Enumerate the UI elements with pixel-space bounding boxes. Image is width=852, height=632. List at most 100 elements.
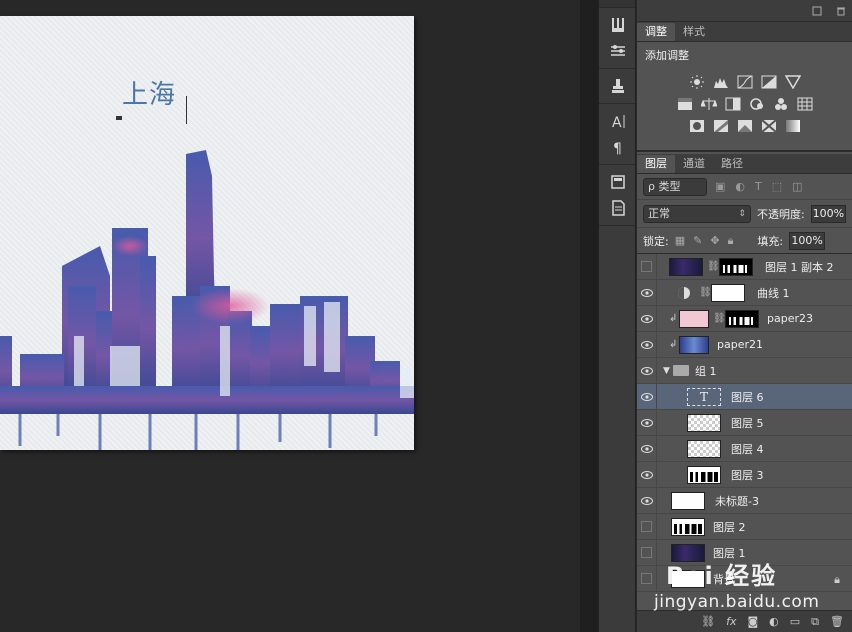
watermark-url: jingyan.baidu.com xyxy=(654,592,820,612)
layer-row[interactable]: 图层 5 xyxy=(637,409,852,436)
right-panels: 调整 样式 添加调整 图层 通道 路径 ρ 类型 ▣ ◐ T ⬚ ◫ 正常 ⇕ … xyxy=(637,0,852,632)
filter-shape-icon[interactable]: ⬚ xyxy=(772,180,782,193)
tab-paths[interactable]: 路径 xyxy=(713,155,751,173)
clipping-mask-icon: ↲ xyxy=(669,339,678,350)
layer-row[interactable]: 未标题-3 xyxy=(637,487,852,514)
clone-source-icon[interactable] xyxy=(599,73,637,99)
new-adjustment-icon[interactable]: ◐ xyxy=(769,615,779,628)
character-styles-icon[interactable] xyxy=(599,169,637,195)
strip-grip[interactable] xyxy=(599,0,635,8)
channel-mixer-icon[interactable] xyxy=(772,96,790,112)
exposure-icon[interactable] xyxy=(760,74,778,90)
hue-saturation-icon[interactable] xyxy=(676,96,694,112)
layer-thumbnail xyxy=(687,413,721,432)
layer-name: 组 1 xyxy=(695,364,717,378)
filter-type-icon[interactable]: T xyxy=(755,180,762,193)
tab-layers[interactable]: 图层 xyxy=(637,155,675,173)
trash-icon[interactable] xyxy=(836,6,846,16)
layer-name: 图层 6 xyxy=(731,390,764,404)
visibility-toggle[interactable] xyxy=(637,279,657,306)
brush-presets-icon[interactable] xyxy=(599,12,637,38)
brush-settings-icon[interactable] xyxy=(599,38,637,64)
smart-object-thumbnail xyxy=(671,491,705,510)
layer-row[interactable]: 图层 3 xyxy=(637,461,852,488)
layer-row[interactable]: ↲ ⛓ paper23 xyxy=(637,305,852,332)
filter-pixel-icon[interactable]: ▣ xyxy=(715,180,725,193)
layer-group-row[interactable]: ▼ 组 1 xyxy=(637,357,852,384)
text-anchor-marker xyxy=(116,116,122,120)
lock-label: 锁定: xyxy=(643,234,669,248)
layer-name: 曲线 1 xyxy=(757,286,790,300)
visibility-toggle[interactable] xyxy=(637,331,657,358)
character-panel-icon[interactable]: A xyxy=(599,108,637,134)
visibility-toggle[interactable] xyxy=(637,513,657,540)
curves-icon[interactable] xyxy=(736,74,754,90)
selective-color-icon[interactable] xyxy=(760,118,778,134)
visibility-toggle[interactable] xyxy=(637,435,657,462)
filter-smart-icon[interactable]: ◫ xyxy=(792,180,802,193)
layer-row[interactable]: ↲ paper21 xyxy=(637,331,852,358)
layer-name: 图层 5 xyxy=(731,416,764,430)
layer-filter-select[interactable]: ρ 类型 xyxy=(643,177,707,196)
layer-row[interactable]: ⛓ 曲线 1 xyxy=(637,279,852,306)
layer-list: ⛓ 图层 1 副本 2 ⛓ 曲线 1 ↲ ⛓ paper23 ↲ paper21… xyxy=(637,253,852,592)
add-mask-icon[interactable]: ◙ xyxy=(747,615,758,628)
baidu-watermark: Bai 经验 jingyan.baidu.com xyxy=(648,556,848,616)
visibility-toggle[interactable] xyxy=(637,461,657,488)
paragraph-panel-icon[interactable]: ¶ xyxy=(599,134,637,160)
levels-icon[interactable] xyxy=(712,74,730,90)
invert-icon[interactable] xyxy=(688,118,706,134)
lock-all-icon[interactable]: 🔒︎ xyxy=(728,234,734,248)
link-layers-icon[interactable]: ⛓ xyxy=(701,615,715,628)
visibility-toggle[interactable] xyxy=(637,487,657,514)
canvas-area[interactable]: 上海 xyxy=(0,0,586,632)
delete-layer-icon[interactable]: 🗑︎ xyxy=(830,615,844,628)
mask-thumbnail[interactable] xyxy=(711,283,745,302)
visibility-toggle[interactable] xyxy=(637,383,657,410)
opacity-input[interactable]: 100% xyxy=(810,204,846,223)
group-expand-icon[interactable]: ▼ xyxy=(663,366,673,376)
document-canvas[interactable]: 上海 xyxy=(0,16,414,450)
threshold-icon[interactable] xyxy=(736,118,754,134)
fx-icon[interactable]: fx xyxy=(726,615,736,628)
visibility-toggle[interactable] xyxy=(637,409,657,436)
vibrance-icon[interactable] xyxy=(784,74,802,90)
filter-adjustment-icon[interactable]: ◐ xyxy=(735,180,745,193)
brightness-icon[interactable] xyxy=(688,74,706,90)
color-balance-icon[interactable] xyxy=(700,96,718,112)
layer-row-selected[interactable]: T 图层 6 xyxy=(637,383,852,410)
tab-adjustments[interactable]: 调整 xyxy=(637,23,675,41)
folder-icon xyxy=(673,365,689,376)
color-lookup-icon[interactable] xyxy=(796,96,814,112)
new-group-icon[interactable]: ▭ xyxy=(790,615,800,628)
layer-row[interactable]: ⛓ 图层 1 副本 2 xyxy=(637,253,852,280)
blend-mode-select[interactable]: 正常 xyxy=(643,204,751,223)
lock-position-icon[interactable]: ✥ xyxy=(710,234,719,248)
lock-transparency-icon[interactable]: ▦ xyxy=(675,234,685,248)
layer-thumbnail xyxy=(671,517,705,536)
visibility-toggle[interactable] xyxy=(637,305,657,332)
layer-row[interactable]: 图层 4 xyxy=(637,435,852,462)
lock-pixels-icon[interactable]: ✎ xyxy=(693,234,702,248)
visibility-toggle[interactable] xyxy=(637,253,657,280)
fill-label: 填充: xyxy=(757,234,784,248)
black-white-icon[interactable] xyxy=(724,96,742,112)
canvas-text-layer[interactable]: 上海 xyxy=(122,74,176,111)
clipping-mask-icon: ↲ xyxy=(669,313,678,324)
mask-thumbnail[interactable] xyxy=(719,257,753,276)
layer-name: 图层 1 副本 2 xyxy=(765,260,834,274)
tab-styles[interactable]: 样式 xyxy=(675,23,713,41)
new-doc-icon[interactable] xyxy=(812,6,822,16)
posterize-icon[interactable] xyxy=(712,118,730,134)
link-icon: ⛓ xyxy=(699,287,712,298)
tab-channels[interactable]: 通道 xyxy=(675,155,713,173)
visibility-toggle[interactable] xyxy=(637,357,657,384)
photo-filter-icon[interactable] xyxy=(748,96,766,112)
layer-name: 图层 3 xyxy=(731,468,764,482)
layer-row[interactable]: 图层 2 xyxy=(637,513,852,540)
mask-thumbnail[interactable] xyxy=(725,309,759,328)
gradient-map-icon[interactable] xyxy=(784,118,802,134)
new-layer-icon[interactable]: ⧉ xyxy=(811,615,819,629)
fill-input[interactable]: 100% xyxy=(789,231,826,250)
paragraph-styles-icon[interactable] xyxy=(599,195,637,221)
